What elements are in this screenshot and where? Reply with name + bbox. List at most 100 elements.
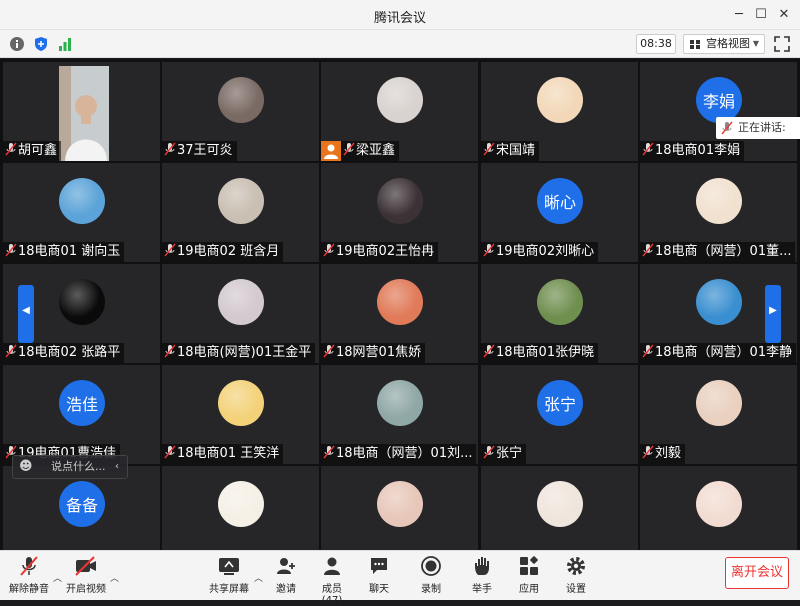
participant-tile[interactable]: 李娟 18电商01李娟 xyxy=(640,62,797,161)
invite-label: 邀请 xyxy=(276,584,296,595)
participant-name-text: 刘毅 xyxy=(655,446,682,461)
invite-button[interactable]: 邀请 xyxy=(268,555,304,599)
video-options-caret-icon[interactable]: ︿ xyxy=(110,571,119,584)
window-title: 腾讯会议 xyxy=(373,11,426,26)
participant-tile[interactable]: 18电商(网营)01王金平 xyxy=(162,264,319,363)
mic-muted-icon xyxy=(164,142,176,156)
maximize-icon[interactable]: ☐ xyxy=(752,6,770,24)
avatar xyxy=(59,178,105,224)
close-icon[interactable]: ✕ xyxy=(775,6,793,24)
raise-hand-icon xyxy=(475,557,489,575)
raise-hand-button[interactable]: 举手 xyxy=(467,555,497,599)
apps-button[interactable]: 应用 xyxy=(514,555,544,599)
participant-tile[interactable] xyxy=(321,466,478,550)
participant-name: 18电商01 王笑洋 xyxy=(162,444,284,464)
participant-tile[interactable]: 18电商01 王笑洋 xyxy=(162,365,319,464)
participant-tile[interactable]: 宋国靖 xyxy=(481,62,638,161)
participant-name: 18电商（网营）01董... xyxy=(640,242,796,262)
participant-tile[interactable]: 18网营01焦娇 xyxy=(321,264,478,363)
settings-button[interactable]: 设置 xyxy=(561,555,591,599)
participant-name-text: 18电商01 王笑洋 xyxy=(177,446,280,461)
audio-options-caret-icon[interactable]: ︿ xyxy=(53,571,62,584)
mic-muted-icon xyxy=(642,445,654,459)
mic-muted-icon xyxy=(483,243,495,257)
quick-chat-box[interactable]: ☻ 说点什么... ‹ xyxy=(12,455,128,479)
participant-tile[interactable]: 18电商01张伊晓 xyxy=(481,264,638,363)
participant-tile[interactable]: 37王可炎 xyxy=(162,62,319,161)
mic-muted-icon xyxy=(323,445,335,459)
collapse-icon[interactable]: ‹ xyxy=(115,456,119,478)
participant-name: 18电商01张伊晓 xyxy=(481,343,599,363)
mic-muted-icon xyxy=(483,445,495,459)
chat-label: 聊天 xyxy=(369,584,389,595)
mic-muted-icon xyxy=(5,243,17,257)
info-icon[interactable] xyxy=(8,35,26,53)
participant-name-text: 宋国靖 xyxy=(496,143,536,158)
participant-tile[interactable]: 18电商（网营）01刘... xyxy=(321,365,478,464)
chat-input[interactable]: 说点什么... xyxy=(51,456,106,478)
avatar-initials: 备备 xyxy=(59,481,105,527)
participant-name: 19电商02刘晰心 xyxy=(481,242,599,262)
mic-muted-icon xyxy=(164,445,176,459)
unmute-button[interactable]: 解除静音 xyxy=(8,555,50,599)
host-badge-icon xyxy=(321,141,341,161)
participant-tile[interactable]: 19电商02 班含月 xyxy=(162,163,319,262)
participant-tile[interactable]: 浩佳 19电商01曹浩佳 xyxy=(3,365,160,464)
participant-name: 37王可炎 xyxy=(162,141,237,161)
security-shield-icon[interactable] xyxy=(32,35,50,53)
mic-muted-icon xyxy=(5,142,17,156)
participant-tile[interactable] xyxy=(162,466,319,550)
participant-name: 张宁 xyxy=(481,444,527,464)
signal-icon[interactable] xyxy=(56,35,74,53)
avatar xyxy=(537,77,583,123)
participant-tile[interactable]: 晰心 19电商02刘晰心 xyxy=(481,163,638,262)
participant-name: 刘毅 xyxy=(640,444,686,464)
chat-button[interactable]: 聊天 xyxy=(364,555,394,599)
leave-meeting-button[interactable]: 离开会议 xyxy=(725,557,789,589)
start-video-button[interactable]: 开启视频 xyxy=(64,555,108,599)
participant-tile[interactable] xyxy=(481,466,638,550)
share-options-caret-icon[interactable]: ︿ xyxy=(254,571,263,584)
participant-tile[interactable]: 胡可鑫 xyxy=(3,62,160,161)
emoji-icon[interactable]: ☻ xyxy=(19,456,33,478)
participant-name-text: 18电商（网营）01李静 xyxy=(655,345,793,360)
members-icon xyxy=(324,557,340,575)
title-bar: 腾讯会议 ─ ☐ ✕ xyxy=(0,0,800,30)
avatar xyxy=(218,481,264,527)
participant-tile[interactable]: 19电商02王怡冉 xyxy=(321,163,478,262)
participant-name: 梁亚鑫 xyxy=(341,141,400,161)
next-page-button[interactable]: ▶ xyxy=(765,285,781,343)
avatar-initials: 张宁 xyxy=(537,380,583,426)
participant-tile[interactable] xyxy=(640,466,797,550)
avatar xyxy=(218,77,264,123)
mic-muted-icon xyxy=(20,556,38,576)
mic-muted-icon xyxy=(721,121,733,135)
avatar-initials: 浩佳 xyxy=(59,380,105,426)
participant-name-text: 18电商（网营）01董... xyxy=(655,244,792,259)
prev-page-button[interactable]: ◀ xyxy=(18,285,34,343)
chat-icon xyxy=(371,558,387,574)
avatar xyxy=(377,77,423,123)
start-video-label: 开启视频 xyxy=(66,584,106,595)
participant-name: 18电商（网营）01刘... xyxy=(321,444,477,464)
mic-muted-icon xyxy=(642,344,654,358)
participant-name-text: 18网营01焦娇 xyxy=(336,345,422,360)
participant-tile[interactable]: 刘毅 xyxy=(640,365,797,464)
gear-icon xyxy=(567,557,585,575)
share-screen-button[interactable]: 共享屏幕 xyxy=(207,555,251,599)
record-label: 录制 xyxy=(421,584,441,595)
members-button[interactable]: 成员(47) xyxy=(312,555,352,606)
participant-tile[interactable]: 18电商（网营）01董... xyxy=(640,163,797,262)
view-mode-dropdown[interactable]: 宫格视图 ▼ xyxy=(683,34,765,54)
minimize-icon[interactable]: ─ xyxy=(730,6,748,24)
record-button[interactable]: 录制 xyxy=(416,555,446,599)
participant-name-text: 37王可炎 xyxy=(177,143,233,158)
participant-name: 19电商02王怡冉 xyxy=(321,242,439,262)
fullscreen-icon[interactable] xyxy=(772,34,792,54)
participant-tile[interactable]: 梁亚鑫 xyxy=(321,62,478,161)
participant-tile[interactable]: 张宁 张宁 xyxy=(481,365,638,464)
participant-tile[interactable]: 18电商01 谢向玉 xyxy=(3,163,160,262)
mic-muted-icon xyxy=(483,142,495,156)
avatar xyxy=(377,178,423,224)
meeting-timer: 08:38 xyxy=(636,34,676,54)
